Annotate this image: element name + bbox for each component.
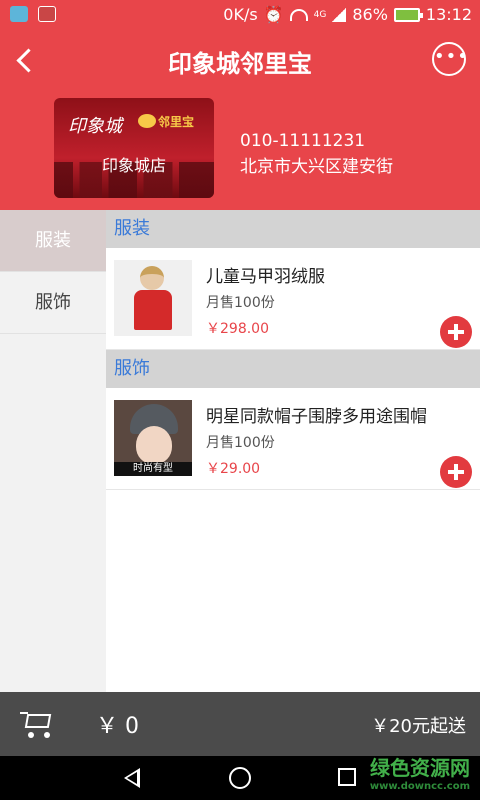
product-sales: 月售100份 (206, 435, 275, 451)
watermark: 绿色资源网 www.downcc.com (370, 752, 470, 792)
store-info: 010-11111231 北京市大兴区建安街 (240, 128, 393, 180)
nav-back-icon[interactable] (124, 768, 140, 788)
store-card-image: 印象城 邻里宝 印象城店 (54, 98, 214, 198)
battery-icon (393, 7, 423, 22)
sidebar-item-clothing[interactable]: 服装 (0, 210, 106, 272)
notification-app-icon (10, 6, 28, 22)
store-address: 北京市大兴区建安街 (240, 157, 393, 177)
product-item[interactable]: 时尚有型 明星同款帽子围脖多用途围帽 月售100份 ￥29.00 (106, 388, 480, 490)
product-name: 儿童马甲羽绒服 (206, 267, 325, 287)
watermark-url: www.downcc.com (369, 781, 470, 792)
network-type: 4G (313, 9, 327, 20)
signal-icon (332, 7, 347, 22)
linlibao-logo-icon (138, 114, 156, 128)
wifi-icon (289, 8, 308, 21)
image-caption: 时尚有型 (114, 462, 192, 476)
product-price: ￥29.00 (206, 461, 261, 477)
category-sidebar: 服装 服饰 (0, 210, 106, 692)
page-title: 印象城邻里宝 (168, 50, 312, 78)
card-brand-text: 印象城 (68, 116, 122, 137)
app-header: 印象城邻里宝 ••• (0, 30, 480, 90)
shopping-cart-icon[interactable] (20, 710, 54, 738)
cart-total: ￥ 0 (96, 714, 139, 739)
store-card-name: 印象城店 (101, 156, 166, 175)
card-logo-text: 邻里宝 (158, 115, 195, 129)
store-banner: 印象城 邻里宝 印象城店 010-11111231 北京市大兴区建安街 (0, 90, 480, 210)
watermark-text: 绿色资源网 (370, 756, 470, 780)
product-item[interactable]: 儿童马甲羽绒服 月售100份 ￥298.00 (106, 248, 480, 350)
nav-recents-icon[interactable] (338, 768, 356, 786)
store-phone[interactable]: 010-11111231 (240, 128, 393, 154)
product-image-hat[interactable]: 时尚有型 (114, 400, 192, 476)
battery-percent: 86% (352, 5, 388, 24)
more-options-button[interactable]: ••• (432, 42, 468, 76)
alarm-icon: ⏰ (263, 5, 284, 24)
network-speed: 0K/s (223, 5, 258, 24)
nav-home-icon[interactable] (229, 767, 251, 789)
product-price: ￥298.00 (206, 321, 269, 337)
add-to-cart-button[interactable] (440, 316, 472, 348)
product-image-child-vest[interactable] (114, 260, 192, 336)
product-name: 明星同款帽子围脖多用途围帽 (206, 407, 427, 427)
section-header-accessories: 服饰 (106, 350, 480, 388)
product-list: 服装 儿童马甲羽绒服 月售100份 ￥298.00 服饰 时尚有型 明星同款帽子… (106, 210, 480, 692)
clock: 13:12 (425, 5, 472, 24)
add-to-cart-button[interactable] (440, 456, 472, 488)
status-bar: 0K/s ⏰ 4G 86% 13:12 (0, 0, 480, 30)
notification-app-icon (38, 6, 56, 22)
product-sales: 月售100份 (206, 295, 275, 311)
min-order-label: ￥20元起送 (371, 716, 466, 737)
cart-bar: ￥ 0 ￥20元起送 (0, 692, 480, 756)
section-header-clothing: 服装 (106, 210, 480, 248)
sidebar-item-accessories[interactable]: 服饰 (0, 272, 106, 334)
